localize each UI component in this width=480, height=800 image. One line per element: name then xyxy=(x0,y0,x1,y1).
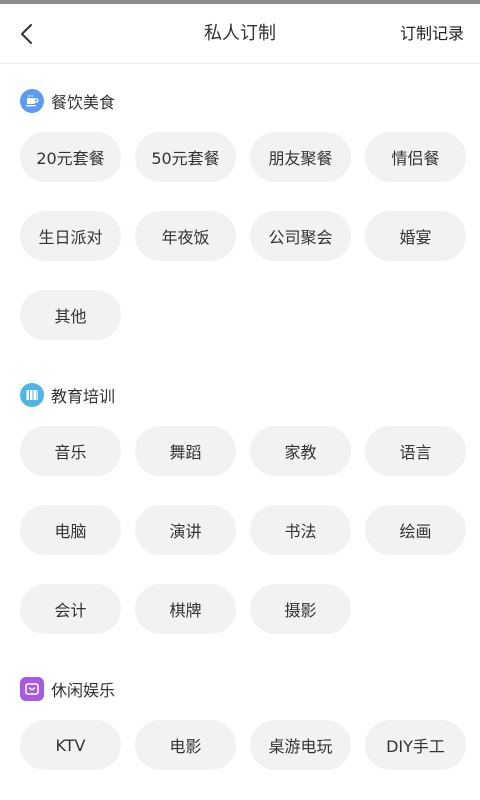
tag-painting[interactable]: 绘画 xyxy=(365,505,466,555)
tag-grid-leisure: KTV 电影 桌游电玩 DIY手工 xyxy=(20,720,466,780)
tag-food-other[interactable]: 其他 xyxy=(20,290,121,340)
tag-calligraphy[interactable]: 书法 xyxy=(250,505,351,555)
tag-friends-dinner[interactable]: 朋友聚餐 xyxy=(250,132,351,182)
tag-grid-education: 音乐 舞蹈 家教 语言 电脑 演讲 书法 绘画 会计 棋牌 摄影 xyxy=(20,426,466,644)
section-leisure: 休闲娱乐 KTV 电影 桌游电玩 DIY手工 xyxy=(0,658,480,780)
custom-records-link[interactable]: 订制记录 xyxy=(400,4,464,64)
section-header-leisure: 休闲娱乐 xyxy=(20,658,466,720)
navigation-bar: 私人订制 订制记录 xyxy=(0,4,480,64)
private-custom-screen: 私人订制 订制记录 餐饮美食 20元套餐 50元套餐 朋友聚餐 情侣餐 生日派对… xyxy=(0,0,480,800)
tag-computer[interactable]: 电脑 xyxy=(20,505,121,555)
section-header-food: 餐饮美食 xyxy=(20,70,466,132)
tag-new-year-dinner[interactable]: 年夜饭 xyxy=(135,211,236,261)
tag-dance[interactable]: 舞蹈 xyxy=(135,426,236,476)
section-food: 餐饮美食 20元套餐 50元套餐 朋友聚餐 情侣餐 生日派对 年夜饭 公司聚会 … xyxy=(0,70,480,350)
tag-diy-crafts[interactable]: DIY手工 xyxy=(365,720,466,770)
tag-accounting[interactable]: 会计 xyxy=(20,584,121,634)
tag-birthday-party[interactable]: 生日派对 xyxy=(20,211,121,261)
tag-language[interactable]: 语言 xyxy=(365,426,466,476)
section-title-leisure: 休闲娱乐 xyxy=(51,681,116,700)
tag-chess-cards[interactable]: 棋牌 xyxy=(135,584,236,634)
tv-icon xyxy=(20,677,44,701)
section-education: 教育培训 音乐 舞蹈 家教 语言 电脑 演讲 书法 绘画 会计 棋牌 摄影 xyxy=(0,364,480,644)
section-title-food: 餐饮美食 xyxy=(51,93,116,112)
tag-50-yuan-set[interactable]: 50元套餐 xyxy=(135,132,236,182)
tag-company-party[interactable]: 公司聚会 xyxy=(250,211,351,261)
chevron-left-icon xyxy=(21,24,32,44)
section-title-education: 教育培训 xyxy=(51,387,116,406)
tag-movie[interactable]: 电影 xyxy=(135,720,236,770)
coffee-cup-icon xyxy=(20,89,44,113)
tag-couple-meal[interactable]: 情侣餐 xyxy=(365,132,466,182)
tag-grid-food: 20元套餐 50元套餐 朋友聚餐 情侣餐 生日派对 年夜饭 公司聚会 婚宴 其他 xyxy=(20,132,466,350)
tag-tutor[interactable]: 家教 xyxy=(250,426,351,476)
tag-board-games[interactable]: 桌游电玩 xyxy=(250,720,351,770)
section-header-education: 教育培训 xyxy=(20,364,466,426)
tag-20-yuan-set[interactable]: 20元套餐 xyxy=(20,132,121,182)
tag-wedding-banquet[interactable]: 婚宴 xyxy=(365,211,466,261)
tag-photography[interactable]: 摄影 xyxy=(250,584,351,634)
books-icon xyxy=(20,383,44,407)
tag-speech[interactable]: 演讲 xyxy=(135,505,236,555)
tag-music[interactable]: 音乐 xyxy=(20,426,121,476)
back-button[interactable] xyxy=(8,14,44,54)
tag-ktv[interactable]: KTV xyxy=(20,720,121,770)
